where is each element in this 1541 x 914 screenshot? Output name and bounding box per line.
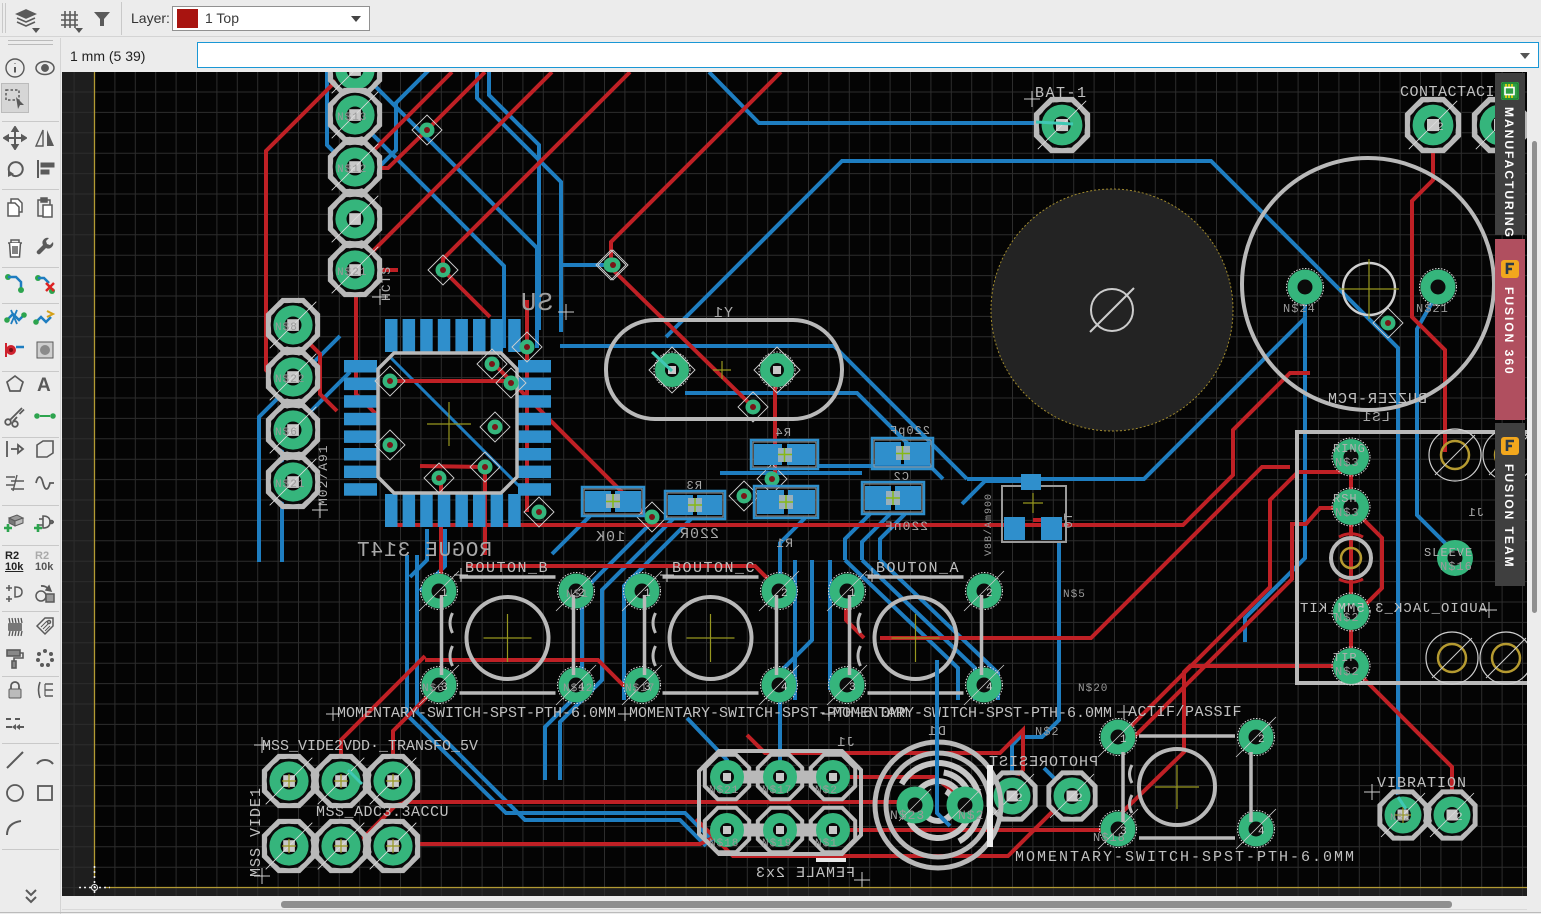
svg-text:N$2: N$2 — [815, 785, 838, 797]
svg-text:1: 1 — [1120, 734, 1128, 746]
svg-text:ACTIF/PASSIF: ACTIF/PASSIF — [1128, 704, 1242, 721]
svg-text:220pF: 220pF — [889, 424, 930, 438]
svg-text:N$5: N$5 — [1063, 589, 1086, 601]
svg-text:10k: 10k — [5, 561, 24, 572]
svg-text:2: 2 — [1258, 734, 1266, 746]
svg-text:SLEEVE: SLEEVE — [1424, 546, 1473, 560]
svg-text:Y1: Y1 — [713, 305, 733, 322]
svg-text:MOMENTARY-SWITCH-SPST-PTH-6.0M: MOMENTARY-SWITCH-SPST-PTH-6.0MM — [337, 705, 616, 722]
svg-text:N$20: N$20 — [1078, 683, 1108, 695]
svg-text:N$21: N$21 — [709, 785, 739, 797]
svg-text:SU: SU — [520, 288, 553, 318]
svg-text:N$6: N$6 — [422, 683, 445, 695]
svg-text:N$16: N$16 — [1440, 560, 1473, 574]
svg-text:J1: J1 — [836, 735, 855, 751]
svg-text:N$18: N$18 — [709, 838, 739, 850]
svg-text:2: 2 — [986, 588, 994, 600]
svg-text:R4: R4 — [775, 426, 791, 440]
svg-text:220nF: 220nF — [884, 519, 928, 534]
svg-text:CONTACTACIL: CONTACTACIL — [1400, 84, 1505, 101]
svg-text:N$1: N$1 — [566, 589, 589, 601]
svg-text:MSS_VIDE2VDD·_TRANSFO_5V: MSS_VIDE2VDD·_TRANSFO_5V — [262, 738, 478, 755]
svg-text:BAT-1: BAT-1 — [1035, 85, 1088, 102]
svg-text:N$21: N$21 — [275, 479, 305, 491]
svg-text:10K: 10K — [595, 529, 625, 546]
svg-text:N$17: N$17 — [762, 785, 792, 797]
svg-text:HCTS: HCTS — [379, 266, 394, 301]
svg-text:RING: RING — [1333, 442, 1366, 456]
svg-text:N$23: N$23 — [890, 808, 925, 823]
svg-text:T0: T0 — [1062, 513, 1076, 529]
svg-text:N$18: N$18 — [1093, 831, 1126, 845]
svg-text:N$3: N$3 — [1335, 506, 1360, 520]
svg-text:MSS VIDE1: MSS VIDE1 — [248, 787, 265, 877]
svg-text:V8B/Am900: V8B/Am900 — [983, 493, 995, 556]
svg-text:N$22: N$22 — [275, 374, 305, 386]
svg-text:2: 2 — [1016, 793, 1024, 805]
svg-text:N$2: N$2 — [1335, 665, 1360, 679]
svg-text:A: A — [37, 375, 51, 396]
svg-text:4: 4 — [986, 682, 994, 694]
svg-text:N$21: N$21 — [1416, 302, 1449, 316]
svg-text:N$13: N$13 — [337, 112, 367, 124]
svg-text:AUDIO_JACK_3.5MM_KIT: AUDIO_JACK_3.5MM_KIT — [1299, 601, 1487, 617]
svg-text:R1: R1 — [775, 536, 793, 551]
svg-text:N$12: N$12 — [563, 683, 593, 695]
svg-text:N$2: N$2 — [1390, 812, 1411, 824]
svg-text:2: 2 — [1076, 793, 1084, 805]
svg-text:N$21: N$21 — [337, 267, 367, 279]
svg-text:N$1: N$1 — [815, 838, 838, 850]
svg-text:4: 4 — [781, 682, 789, 694]
svg-text:220R: 220R — [679, 526, 719, 543]
svg-text:N$3: N$3 — [1335, 456, 1360, 470]
svg-text:R3: R3 — [686, 479, 702, 493]
svg-text:PHOTORESIST: PHOTORESIST — [988, 754, 1098, 771]
svg-text:N$2: N$2 — [1035, 725, 1060, 739]
svg-text:MOMENTARY-SWITCH-SPST-PTH-6.0M: MOMENTARY-SWITCH-SPST-PTH-6.0MM — [1015, 849, 1356, 866]
svg-text:2: 2 — [781, 588, 789, 600]
svg-text:C2: C2 — [893, 470, 909, 484]
svg-text:N$24: N$24 — [1283, 302, 1316, 316]
svg-text:TIP: TIP — [1333, 651, 1358, 665]
svg-text:2: 2 — [1456, 812, 1464, 824]
svg-text:N$19: N$19 — [762, 838, 792, 850]
svg-text:M02/A91: M02/A91 — [316, 444, 331, 506]
svg-text:MSS_ADC3.3ACCU: MSS_ADC3.3ACCU — [316, 804, 449, 821]
svg-text:MOMENTARY-SWITCH-SPST-PTH-6.0M: MOMENTARY-SWITCH-SPST-PTH-6.0MM — [833, 705, 1112, 722]
svg-text:RSH: RSH — [1333, 492, 1358, 506]
svg-text:N$12: N$12 — [337, 164, 367, 176]
svg-text:N$6: N$6 — [275, 427, 298, 439]
svg-text:BUZZER-PCM: BUZZER-PCM — [1327, 391, 1427, 408]
svg-text:2: 2 — [1437, 122, 1445, 134]
svg-text:BOUTON_A: BOUTON_A — [876, 560, 960, 577]
svg-text:N$2: N$2 — [958, 808, 984, 823]
svg-text:LS1: LS1 — [1362, 410, 1390, 426]
svg-text:3: 3 — [849, 682, 857, 694]
svg-text:J1: J1 — [1468, 506, 1484, 520]
svg-text:4: 4 — [1258, 826, 1266, 838]
svg-text:FEMALE 2x3: FEMALE 2x3 — [755, 865, 855, 882]
svg-text:N$8: N$8 — [275, 322, 298, 334]
svg-text:BOUTON_B: BOUTON_B — [465, 560, 549, 577]
svg-text:N$17: N$17 — [625, 683, 655, 695]
svg-text:BOUTON_C: BOUTON_C — [672, 560, 756, 577]
svg-text:10k: 10k — [35, 561, 54, 572]
